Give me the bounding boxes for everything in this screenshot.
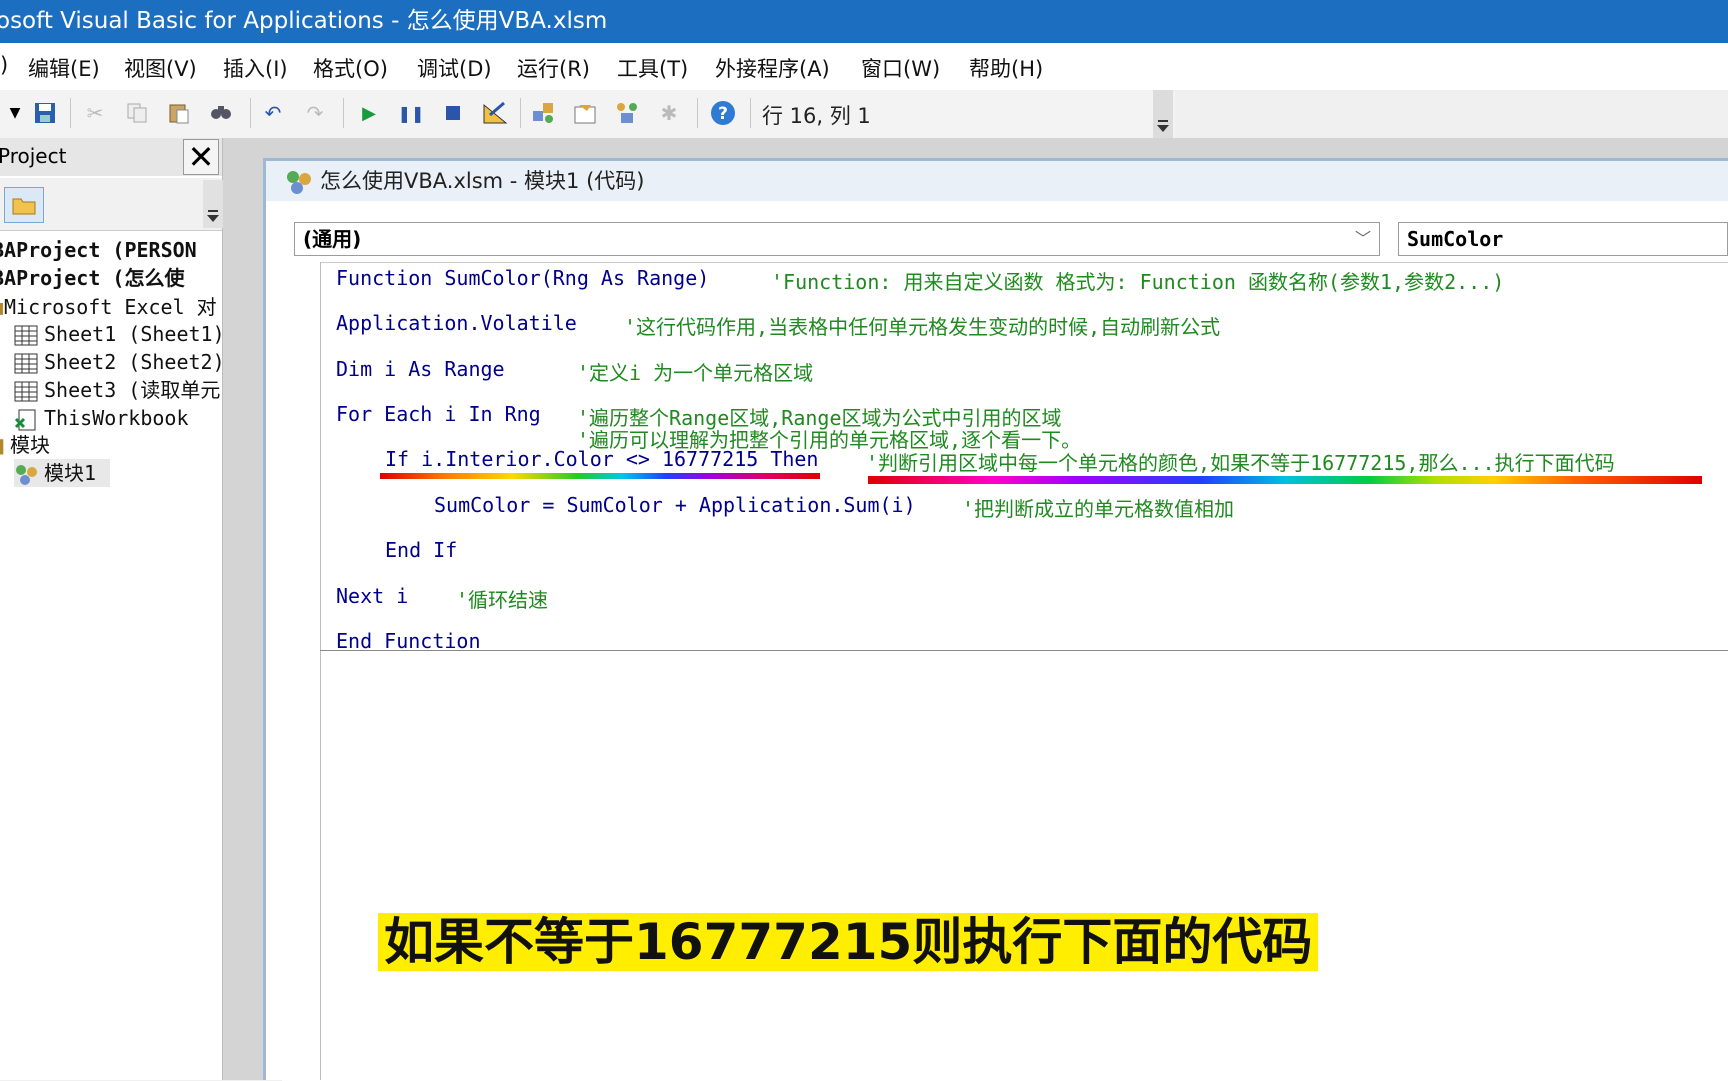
dropdown-arrow-icon[interactable]: ▼ [2,100,28,126]
code-comment: '这行代码作用,当表格中任何单元格发生变动的时候,自动刷新公式 [624,315,1221,339]
toggle-folders-icon[interactable] [4,187,44,223]
code-comment: 'Function: 用来自定义函数 格式为: Function 函数名称(参数… [771,270,1505,294]
code-window-title: 怎么使用VBA.xlsm - 模块1 (代码) [320,169,645,193]
tree-item-personal[interactable]: BAProject (PERSON [0,236,214,264]
code-line[interactable]: End If [385,538,457,562]
svg-text:?: ? [718,104,728,124]
folder-open-icon: ▮ [0,431,10,459]
tree-item-sheet1[interactable]: Sheet1 (Sheet1) [14,320,236,348]
worksheet-icon [14,325,40,347]
find-icon[interactable] [208,100,234,126]
menu-item-help[interactable]: 帮助(H) [969,53,1043,83]
menu-item-tools[interactable]: 工具(T) [617,53,688,83]
code-comment: '判断引用区域中每一个单元格的颜色,如果不等于16777215,那么...执行下… [866,451,1615,475]
design-mode-icon[interactable] [482,100,508,126]
standard-toolbar: ▼ ✂ ↶ ↷ ▶ ❚❚ ✱ ? [0,90,1175,139]
project-explorer-icon[interactable] [530,100,556,126]
code-line[interactable]: SumColor = SumColor + Application.Sum(i) [434,493,916,517]
procedure-separator [320,650,1728,651]
run-icon[interactable]: ▶ [356,100,382,126]
tree-item-project[interactable]: BAProject (怎么使 [0,264,214,292]
window-title: osoft Visual Basic for Applications - 怎么… [0,8,608,34]
menu-item-insert[interactable]: 插入(I) [223,53,288,83]
object-combo-value: (通用) [303,227,362,251]
menu-item-addins[interactable]: 外接程序(A) [715,53,830,83]
video-subtitle: 如果不等于16777215则执行下面的代码 [378,913,1319,971]
code-comment: '把判断成立的单元格数值相加 [962,497,1235,521]
code-comment: '定义i 为一个单元格区域 [577,361,814,385]
worksheet-icon [14,353,40,375]
project-panel-toolbar [0,178,222,231]
tree-item-sheet2[interactable]: Sheet2 (Sheet2) [14,348,236,376]
code-line[interactable]: Dim i As Range [336,357,505,381]
menu-bar: ) 编辑(E) 视图(V) 插入(I) 格式(O) 调试(D) 运行(R) 工具… [0,43,1728,90]
chevron-down-icon: ﹀ [1354,229,1371,248]
code-line[interactable]: If i.Interior.Color <> 16777215 Then [385,447,818,471]
project-explorer-panel: Project ✕ BAProject (PERSON BAProject (怎… [0,138,225,1080]
close-icon[interactable]: ✕ [183,139,219,175]
tree-item-modules[interactable]: ▮模块 [0,431,216,459]
workbook-icon [14,409,40,431]
toolbox-icon[interactable]: ✱ [656,100,682,126]
tree-item-sheet3[interactable]: Sheet3 (读取单元 [14,376,236,404]
project-panel-title: Project [0,144,67,168]
copy-icon[interactable] [124,100,150,126]
rainbow-underline [380,473,820,479]
menu-item-run[interactable]: 运行(R) [517,53,590,83]
menu-item-window[interactable]: 窗口(W) [861,53,940,83]
panel-toolbar-scroll[interactable] [203,180,223,228]
tree-item-module1[interactable]: 模块1 [14,459,110,487]
stop-icon[interactable] [440,100,466,126]
redo-icon[interactable]: ↷ [302,100,328,126]
object-browser-icon[interactable] [614,100,640,126]
code-comment: '循环结速 [456,588,549,612]
help-icon[interactable]: ? [710,100,736,126]
title-bar: osoft Visual Basic for Applications - 怎么… [0,0,1728,43]
cut-icon[interactable]: ✂ [82,100,108,126]
menu-item-debug[interactable]: 调试(D) [417,53,492,83]
code-line[interactable]: Application.Volatile [336,311,577,335]
procedure-combo-value: SumColor [1407,227,1504,251]
menu-item-view[interactable]: 视图(V) [124,53,197,83]
code-line[interactable]: For Each i In Rng [336,402,541,426]
save-icon[interactable] [32,100,58,126]
undo-icon[interactable]: ↶ [260,100,286,126]
module-icon [14,464,40,486]
module-icon [284,169,314,209]
toolbar-overflow-button[interactable] [1153,90,1173,138]
rainbow-underline [868,476,1702,484]
menu-item-file[interactable]: ) [0,53,8,77]
menu-item-edit[interactable]: 编辑(E) [28,53,100,83]
code-line[interactable]: Next i [336,584,408,608]
code-line[interactable]: Function SumColor(Rng As Range) [336,266,709,290]
worksheet-icon [14,381,40,403]
pause-icon[interactable]: ❚❚ [398,100,425,126]
menu-item-format[interactable]: 格式(O) [313,53,388,83]
tree-item-excel-objects[interactable]: ▮Microsoft Excel 对 [0,293,216,321]
margin-indicator-bar[interactable] [282,262,321,1080]
code-window-titlebar: 怎么使用VBA.xlsm - 模块1 (代码) [266,161,1728,201]
tree-item-thisworkbook[interactable]: ThisWorkbook [14,404,236,432]
cursor-position: 行 16, 列 1 [762,104,871,128]
object-combo[interactable]: (通用) ﹀ [294,222,1380,256]
project-panel-header: Project ✕ [0,138,222,176]
paste-icon[interactable] [166,100,192,126]
procedure-combo[interactable]: SumColor [1398,222,1728,256]
properties-icon[interactable] [572,100,598,126]
